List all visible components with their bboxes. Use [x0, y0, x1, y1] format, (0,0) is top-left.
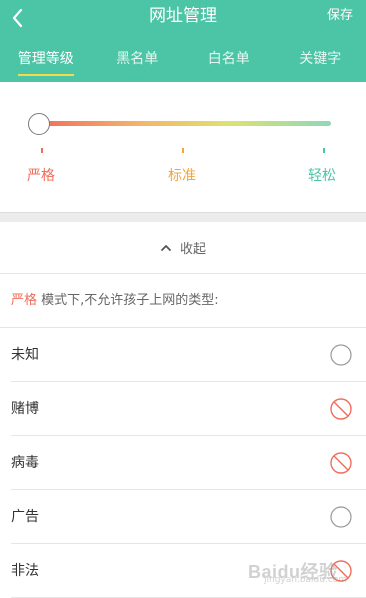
level-label-strict[interactable]: 严格 [27, 167, 55, 185]
collapse-button[interactable]: 收起 [0, 222, 366, 274]
mode-description-suffix: 模式下,不允许孩子上网的类型: [37, 293, 219, 308]
list-item: 未知 [0, 328, 366, 382]
level-slider-track[interactable] [40, 121, 331, 126]
level-slider-section: 严格 标准 轻松 [0, 82, 366, 212]
type-label: 广告 [11, 509, 39, 525]
chevron-up-icon [161, 244, 171, 251]
level-slider-knob[interactable] [28, 113, 50, 135]
level-label-standard[interactable]: 标准 [168, 167, 196, 185]
list-item: 赌博 [0, 382, 366, 436]
chevron-left-icon [12, 8, 23, 28]
level-tick-strict [41, 148, 43, 153]
save-button[interactable]: 保存 [327, 7, 353, 25]
level-tick-standard [182, 148, 184, 153]
tab-whitelist[interactable]: 白名单 [183, 44, 275, 82]
list-item: 病毒 [0, 436, 366, 490]
unblocked-circle-icon[interactable] [330, 506, 352, 528]
type-label: 未知 [11, 347, 39, 363]
tab-bar: 管理等级 黑名单 白名单 关键字 [0, 44, 366, 82]
app-header: 网址管理 保存 管理等级 黑名单 白名单 关键字 [0, 0, 366, 82]
mode-name: 严格 [11, 293, 38, 308]
type-label: 非法 [11, 563, 39, 579]
unblocked-circle-icon[interactable] [330, 344, 352, 366]
tab-blacklist[interactable]: 黑名单 [92, 44, 184, 82]
type-label: 赌博 [11, 401, 39, 417]
list-item: 广告 [0, 490, 366, 544]
blocked-icon[interactable] [330, 560, 352, 582]
blocked-icon[interactable] [330, 398, 352, 420]
tab-management-level[interactable]: 管理等级 [0, 44, 92, 82]
page-title: 网址管理 [149, 6, 217, 26]
blocked-icon[interactable] [330, 452, 352, 474]
section-divider [0, 212, 366, 222]
level-tick-relaxed [323, 148, 325, 153]
mode-description: 严格 模式下,不允许孩子上网的类型: [0, 274, 366, 328]
level-label-relaxed[interactable]: 轻松 [308, 167, 336, 185]
tab-keywords[interactable]: 关键字 [275, 44, 366, 82]
back-button[interactable] [6, 4, 32, 32]
type-label: 病毒 [11, 455, 39, 471]
collapse-label: 收起 [179, 242, 206, 257]
mode-description-text: 严格 模式下,不允许孩子上网的类型: [11, 292, 219, 310]
list-item: 非法 [0, 544, 366, 598]
